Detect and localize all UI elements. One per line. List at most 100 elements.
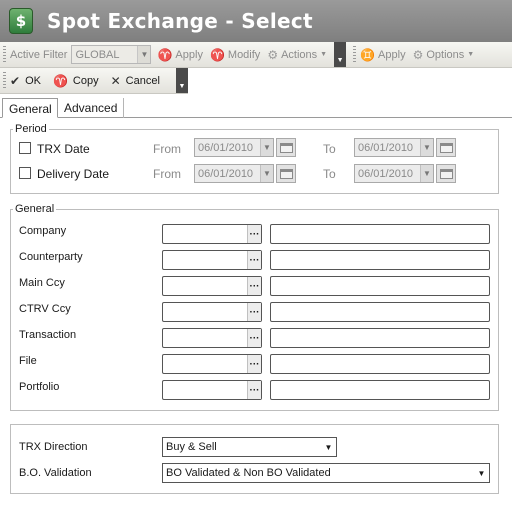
delivery-to-label: To <box>323 167 336 181</box>
trx-to-calendar-button[interactable] <box>436 138 456 157</box>
chevron-down-icon: ▼ <box>260 139 273 156</box>
modify-filter-label: Modify <box>227 48 261 61</box>
bo-validation-select[interactable]: BO Validated & Non BO Validated ▼ <box>162 463 490 483</box>
portfolio-code-input[interactable]: ··· <box>162 380 262 400</box>
lookup-ellipsis-button[interactable]: ··· <box>247 303 261 321</box>
trx-date-checkbox[interactable] <box>19 142 31 154</box>
trx-direction-select[interactable]: Buy & Sell ▼ <box>162 437 337 457</box>
toolbar-overflow-button[interactable]: ▼ <box>334 42 347 67</box>
chevron-down-icon: ▼ <box>467 51 475 58</box>
chevron-down-icon: ▼ <box>420 139 433 156</box>
trx-from-calendar-button[interactable] <box>276 138 296 157</box>
company-label: Company <box>19 225 67 237</box>
file-code-input[interactable]: ··· <box>162 354 262 374</box>
copy-button[interactable]: ♈ Copy <box>53 74 99 88</box>
toolbar-grip[interactable] <box>353 45 357 64</box>
trx-date-label: TRX Date <box>37 142 90 156</box>
delivery-from-calendar-button[interactable] <box>276 164 296 183</box>
ok-button[interactable]: ✔ OK <box>10 74 41 88</box>
company-description-input[interactable] <box>270 224 490 244</box>
toolbar-grip[interactable] <box>3 71 6 90</box>
chevron-down-icon: ▼ <box>322 439 335 455</box>
tab-general[interactable]: General <box>2 98 58 118</box>
delivery-date-label: Delivery Date <box>37 167 110 181</box>
close-icon: ✕ <box>110 73 121 88</box>
options-menu-button[interactable]: ⚙ Options ▼ <box>413 48 475 62</box>
gear-icon: ⚙ <box>412 47 424 62</box>
chevron-down-icon: ▼ <box>320 51 328 58</box>
filter-copy-icon: ♈ <box>52 73 68 88</box>
window-title: Spot Exchange - Select <box>47 9 313 33</box>
lookup-ellipsis-button[interactable]: ··· <box>247 329 261 347</box>
calendar-icon <box>439 142 453 153</box>
direction-validation-panel <box>10 424 499 494</box>
lookup-ellipsis-button[interactable]: ··· <box>247 355 261 373</box>
transaction-label: Transaction <box>19 329 77 341</box>
lookup-ellipsis-button[interactable]: ··· <box>247 251 261 269</box>
file-description-input[interactable] <box>270 354 490 374</box>
trx-from-label: From <box>153 142 181 156</box>
delivery-date-to-value: 06/01/2010 <box>358 167 414 180</box>
period-group: Period <box>10 123 499 194</box>
calendar-icon <box>279 142 293 153</box>
ok-label: OK <box>25 74 41 87</box>
trx-date-to-value: 06/01/2010 <box>358 141 414 154</box>
trx-date-from-field[interactable]: 06/01/2010 ▼ <box>194 138 274 157</box>
toolbar-overflow-button[interactable]: ▼ <box>176 68 188 93</box>
ctrv-ccy-label: CTRV Ccy <box>19 303 71 315</box>
trx-direction-value: Buy & Sell <box>166 441 217 453</box>
period-legend: Period <box>15 123 47 135</box>
apply2-label: Apply <box>378 48 406 61</box>
company-code-input[interactable]: ··· <box>162 224 262 244</box>
options-label: Options <box>426 48 465 61</box>
delivery-date-from-value: 06/01/2010 <box>198 167 254 180</box>
delivery-to-calendar-button[interactable] <box>436 164 456 183</box>
general-legend: General <box>15 203 55 215</box>
toolbar-grip[interactable] <box>3 45 6 64</box>
chevron-down-icon: ▼ <box>137 46 151 63</box>
portfolio-description-input[interactable] <box>270 380 490 400</box>
main-ccy-code-input[interactable]: ··· <box>162 276 262 296</box>
apply-filter-label: Apply <box>175 48 203 61</box>
main-ccy-description-input[interactable] <box>270 276 490 296</box>
lookup-ellipsis-button[interactable]: ··· <box>247 277 261 295</box>
tab-strip: General Advanced <box>0 96 512 118</box>
bo-validation-label: B.O. Validation <box>19 467 92 479</box>
trx-date-to-field[interactable]: 06/01/2010 ▼ <box>354 138 434 157</box>
trx-direction-label: TRX Direction <box>19 441 88 453</box>
modify-filter-icon: ♈ <box>209 47 225 62</box>
delivery-date-from-field[interactable]: 06/01/2010 ▼ <box>194 164 274 183</box>
action-toolbar: ✔ OK ♈ Copy ✕ Cancel ▼ <box>0 68 188 94</box>
apply-button[interactable]: ♊ Apply <box>360 48 405 62</box>
gear-icon: ⚙ <box>267 47 279 62</box>
delivery-date-checkbox[interactable] <box>19 167 31 179</box>
delivery-date-to-field[interactable]: 06/01/2010 ▼ <box>354 164 434 183</box>
apply-filter-icon: ♈ <box>157 47 173 62</box>
bo-validation-value: BO Validated & Non BO Validated <box>166 467 331 479</box>
counterparty-label: Counterparty <box>19 251 83 263</box>
chevron-down-icon: ▼ <box>260 165 273 182</box>
apply-filter-button[interactable]: ♈ Apply <box>157 48 202 62</box>
transaction-description-input[interactable] <box>270 328 490 348</box>
cancel-button[interactable]: ✕ Cancel <box>111 74 160 88</box>
actions-menu-button[interactable]: ⚙ Actions ▼ <box>267 48 327 62</box>
counterparty-description-input[interactable] <box>270 250 490 270</box>
cancel-label: Cancel <box>125 74 160 87</box>
modify-filter-button[interactable]: ♈ Modify <box>210 48 260 62</box>
counterparty-code-input[interactable]: ··· <box>162 250 262 270</box>
lookup-ellipsis-button[interactable]: ··· <box>247 381 261 399</box>
trx-to-label: To <box>323 142 336 156</box>
chevron-down-icon: ▼ <box>475 465 488 481</box>
delivery-from-label: From <box>153 167 181 181</box>
calendar-icon <box>439 168 453 179</box>
tab-advanced[interactable]: Advanced <box>58 98 124 118</box>
active-filter-combo[interactable]: GLOBAL ▼ <box>71 45 152 64</box>
ctrv-ccy-code-input[interactable]: ··· <box>162 302 262 322</box>
binoculars-icon: ♊ <box>360 47 376 62</box>
ctrv-ccy-description-input[interactable] <box>270 302 490 322</box>
checkmark-icon: ✔ <box>10 73 21 88</box>
transaction-code-input[interactable]: ··· <box>162 328 262 348</box>
calendar-icon <box>279 168 293 179</box>
lookup-ellipsis-button[interactable]: ··· <box>247 225 261 243</box>
active-filter-label: Active Filter <box>10 48 68 61</box>
